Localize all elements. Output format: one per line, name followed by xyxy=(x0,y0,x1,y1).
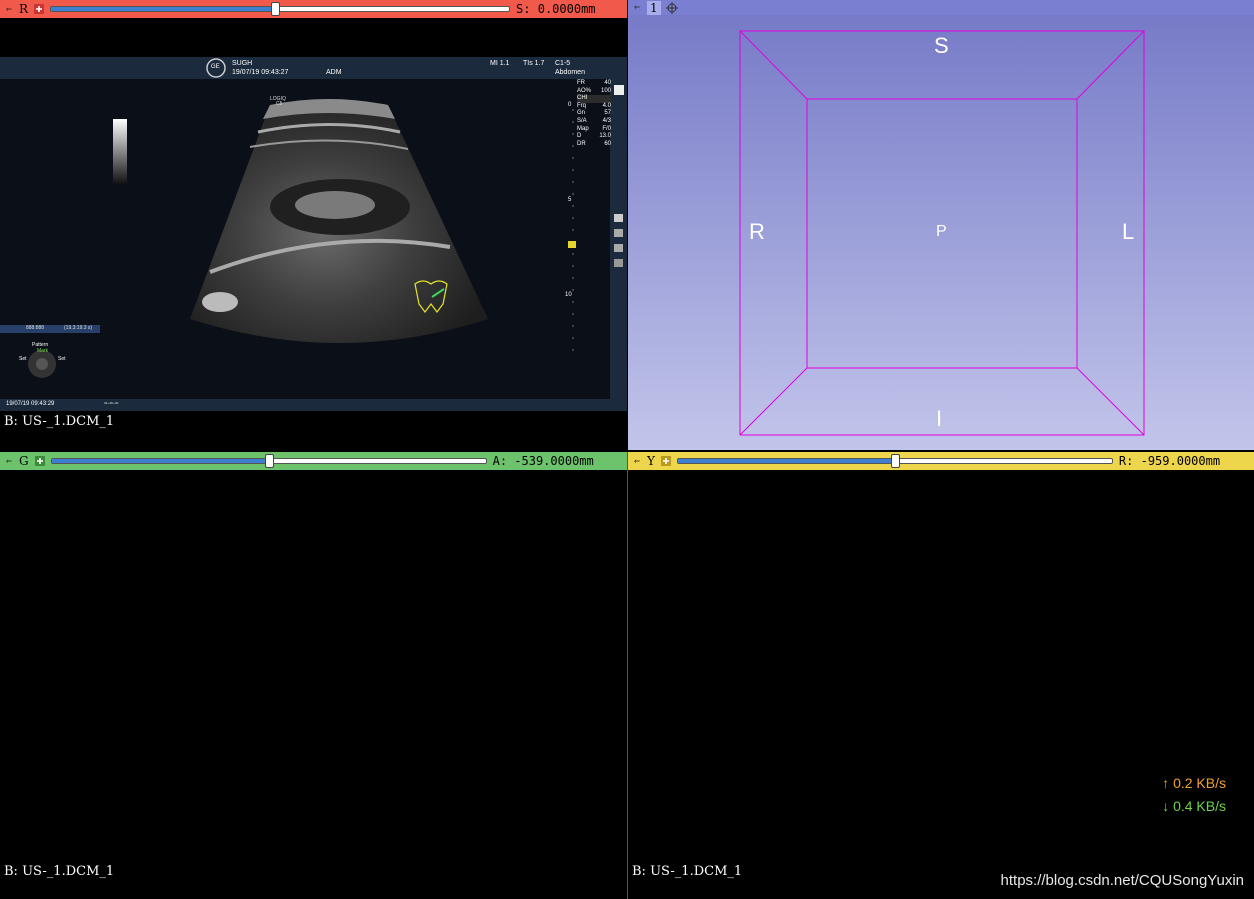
param-row: AO% 100 xyxy=(577,87,611,94)
link-icon[interactable] xyxy=(33,454,47,468)
depth-mark: 5 xyxy=(568,197,572,203)
operator: ADM xyxy=(326,69,342,76)
param-row: S/A 4/3 xyxy=(577,117,611,124)
yellow-slice-controller: ⇐ Y R: -959.0000mm xyxy=(628,452,1254,470)
orientation-posterior: P xyxy=(936,223,947,240)
red-slice-controller: ⇐ R S: 0.0000mm xyxy=(0,0,627,18)
volume-label: B: US-_1.DCM_1 xyxy=(4,414,115,429)
device-sub: C5 xyxy=(276,101,283,107)
link-icon[interactable] xyxy=(32,2,46,16)
set-right-label: Set xyxy=(58,356,66,362)
mark-label: Mark xyxy=(37,348,49,354)
orientation-right: R xyxy=(749,219,765,244)
pin-icon[interactable]: ⇐ xyxy=(2,2,16,16)
slice-offset-slider[interactable] xyxy=(676,454,1113,468)
slice-offset-value: S: 0.0000mm xyxy=(516,2,596,16)
view-label: G xyxy=(19,454,29,468)
param-row: D 13.0 xyxy=(577,133,611,140)
probe-name: C1-5 xyxy=(555,60,571,67)
param-row: Frq 4.0 xyxy=(577,102,611,109)
ultrasound-image xyxy=(0,57,627,411)
yellow-slice-view[interactable]: ⇐ Y R: -959.0000mm B: US-_1.DCM_1 xyxy=(628,452,1254,899)
network-upload-speed: ↑ 0.2 KB/s xyxy=(1162,775,1226,791)
volume-label: B: US-_1.DCM_1 xyxy=(4,864,115,879)
threed-view[interactable]: ⇐ 1 S I R L P xyxy=(628,0,1254,450)
pin-icon[interactable]: ⇐ xyxy=(630,454,644,468)
orientation-inferior: I xyxy=(936,406,943,431)
link-icon[interactable] xyxy=(659,454,673,468)
slice-offset-value: A: -539.0000mm xyxy=(492,454,594,468)
param-row: FR 40 xyxy=(577,80,611,86)
green-slice-view[interactable]: ⇐ G A: -539.0000mm B: US-_1.DCM_1 xyxy=(0,452,627,899)
exam-datetime: 19/07/19 09:43:27 xyxy=(232,69,289,76)
green-slice-controller: ⇐ G A: -539.0000mm xyxy=(0,452,627,470)
slider-fill xyxy=(51,7,276,11)
footer-datetime: 19/07/19 09:43:29 xyxy=(6,401,55,407)
hospital-name: SUGH xyxy=(232,60,253,67)
footer-extra: =-=-= xyxy=(104,401,119,407)
pin-icon[interactable]: ⇐ xyxy=(2,454,16,468)
mi-value: MI 1.1 xyxy=(490,60,510,67)
param-row: Map F/0 xyxy=(577,125,611,132)
network-download-speed: ↓ 0.4 KB/s xyxy=(1162,798,1226,814)
param-row: DR 60 xyxy=(577,140,611,147)
set-left-label: Set xyxy=(19,356,27,362)
slider-thumb[interactable] xyxy=(271,2,281,16)
slider-thumb[interactable] xyxy=(264,454,274,468)
view-label: R xyxy=(19,2,29,16)
depth-mark: 0 xyxy=(568,102,572,108)
tis-value: TIs 1.7 xyxy=(523,60,545,67)
counter: 888:888 xyxy=(26,325,45,331)
param-row: CHI xyxy=(577,95,611,103)
slider-thumb[interactable] xyxy=(890,454,900,468)
depth-mark: 10 xyxy=(565,292,572,298)
slice-offset-value: R: -959.0000mm xyxy=(1118,454,1221,468)
red-slice-view[interactable]: ⇐ R S: 0.0000mm SUGH 19/07/19 09:43:27 A… xyxy=(0,0,627,450)
slice-offset-slider[interactable] xyxy=(50,2,511,16)
orientation-left: L xyxy=(1122,219,1135,244)
counter-right: (19.3:19.3 s) xyxy=(64,325,93,331)
orientation-superior: S xyxy=(934,33,949,58)
volume-label: B: US-_1.DCM_1 xyxy=(632,864,743,879)
preset-name: Abdomen xyxy=(555,69,585,76)
view-label: Y xyxy=(647,454,655,468)
watermark: https://blog.csdn.net/CQUSongYuxin xyxy=(1000,872,1244,889)
scan-params: FR 40 AO% 100 CHI Frq 4.0 Gn 57 S/A 4/3 Map F/… xyxy=(577,80,611,148)
ge-logo: GE xyxy=(211,64,220,70)
ultrasound-header: SUGH 19/07/19 09:43:27 ADM MI 1.1 TIs 1.… xyxy=(0,57,627,79)
slider-fill xyxy=(51,459,269,463)
slider-fill xyxy=(677,459,895,463)
param-row: Gn 57 xyxy=(577,110,611,117)
slice-offset-slider[interactable] xyxy=(50,454,487,468)
